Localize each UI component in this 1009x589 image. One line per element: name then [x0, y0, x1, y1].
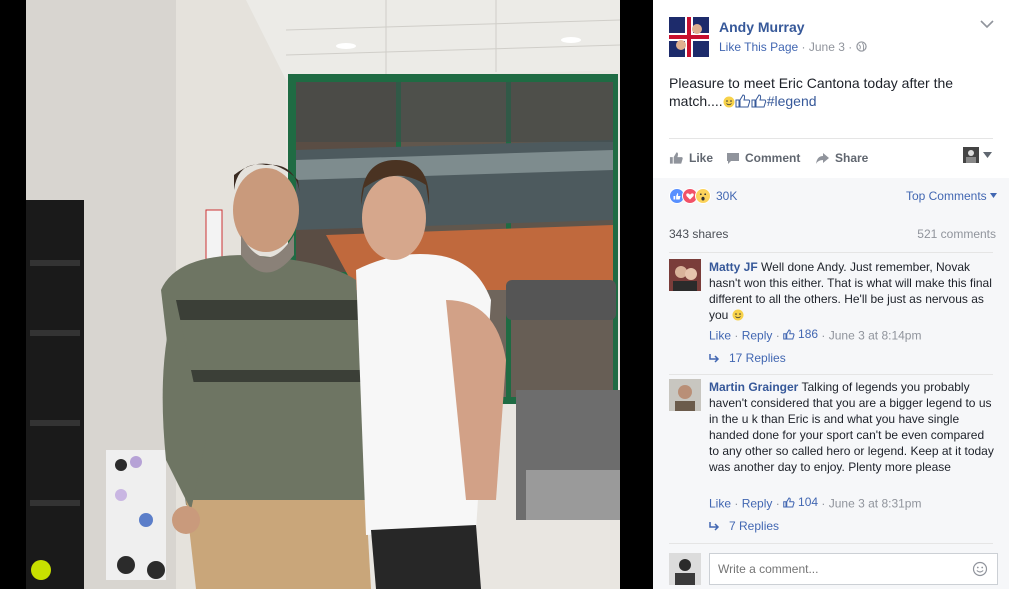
smiley-emoji-icon: [732, 309, 744, 321]
thumbs-up-emoji-icon-2: [751, 94, 766, 108]
replies-count: 17 Replies: [729, 351, 786, 365]
view-replies-link[interactable]: 7 Replies: [709, 519, 779, 533]
comments-count[interactable]: 521 comments: [917, 227, 996, 241]
chevron-down-icon[interactable]: [980, 19, 994, 29]
comment-text: Talking of legends you probably haven't …: [709, 380, 994, 474]
comment-like-link[interactable]: Like: [709, 329, 731, 343]
post-sidebar: Andy Murray Like This Page · June 3 · Pl…: [653, 0, 1009, 589]
divider: [669, 374, 993, 375]
thumbs-up-emoji-icon: [735, 94, 750, 108]
caret-down-icon: [983, 152, 992, 158]
comment-time[interactable]: June 3 at 8:14pm: [829, 329, 922, 343]
comment-item: Martin Grainger Talking of legends you p…: [669, 379, 999, 544]
reply-arrow-icon: [709, 522, 720, 531]
comment-likes-count: 104: [798, 495, 819, 509]
photo-viewer: [0, 0, 653, 589]
comment-actions: Like · Reply · 186 · June 3 at 8:14pm: [709, 327, 922, 343]
comment-reply-link[interactable]: Reply: [742, 497, 773, 511]
commenter-name[interactable]: Matty JF: [709, 260, 758, 274]
comment-likes[interactable]: 186: [783, 327, 818, 341]
comment-reply-link[interactable]: Reply: [742, 329, 773, 343]
share-icon: [816, 152, 829, 164]
divider: [669, 252, 993, 253]
commenter-avatar[interactable]: [669, 379, 701, 411]
reply-arrow-icon: [709, 354, 720, 363]
comment-time[interactable]: June 3 at 8:31pm: [829, 497, 922, 511]
commenter-avatar[interactable]: [669, 259, 701, 291]
meta-separator-2: ·: [848, 40, 853, 54]
comment-body: Matty JF Well done Andy. Just remember, …: [709, 259, 997, 323]
photo-illustration: [26, 0, 620, 589]
like-label: Like: [689, 151, 714, 165]
comment-sort-label: Top Comments: [905, 189, 987, 203]
page-avatar[interactable]: [669, 17, 709, 57]
divider: [669, 138, 993, 139]
globe-icon: [855, 41, 867, 52]
like-icon: [669, 152, 683, 164]
commenter-name[interactable]: Martin Grainger: [709, 380, 798, 394]
hashtag-link[interactable]: #legend: [767, 93, 817, 109]
comment-label: Comment: [745, 151, 801, 165]
view-replies-link[interactable]: 17 Replies: [709, 351, 786, 365]
share-as-menu[interactable]: [963, 146, 995, 164]
comment-button[interactable]: Comment: [726, 148, 800, 168]
comment-like-link[interactable]: Like: [709, 497, 731, 511]
comment-body: Martin Grainger Talking of legends you p…: [709, 379, 997, 475]
profile-thumbnail-icon: [963, 147, 979, 163]
comment-likes[interactable]: 104: [783, 495, 818, 509]
shares-count[interactable]: 343 shares: [669, 227, 728, 241]
emoji-picker-icon[interactable]: [972, 561, 988, 577]
share-label: Share: [835, 151, 869, 165]
meta-separator: ·: [801, 40, 806, 54]
like-button[interactable]: Like: [669, 148, 713, 168]
post-text: Pleasure to meet Eric Cantona today afte…: [669, 74, 989, 110]
comment-actions: Like · Reply · 104 · June 3 at 8:31pm: [709, 495, 922, 511]
thumbs-up-icon: [783, 328, 795, 340]
thumbs-up-icon: [783, 496, 795, 508]
comment-input[interactable]: [709, 553, 998, 585]
replies-count: 7 Replies: [729, 519, 780, 533]
smiley-emoji-icon: [723, 96, 735, 108]
reactions-summary[interactable]: 30K: [669, 188, 737, 204]
comment-icon: [727, 152, 739, 164]
comment-likes-count: 186: [798, 327, 819, 341]
reactions-count[interactable]: 30K: [716, 189, 737, 203]
like-page-link[interactable]: Like This Page: [719, 40, 798, 54]
wow-reaction-icon: [695, 188, 711, 204]
post-date[interactable]: June 3: [809, 40, 845, 54]
post-meta: Like This Page · June 3 ·: [719, 40, 867, 54]
share-button[interactable]: Share: [815, 148, 868, 168]
caret-down-icon: [990, 193, 997, 198]
post-author[interactable]: Andy Murray: [719, 19, 805, 35]
comment-sort-dropdown[interactable]: Top Comments: [906, 189, 997, 203]
current-user-avatar[interactable]: [669, 553, 701, 585]
comment-item: Matty JF Well done Andy. Just remember, …: [669, 259, 999, 369]
divider: [669, 543, 993, 544]
post-photo[interactable]: [26, 0, 620, 589]
